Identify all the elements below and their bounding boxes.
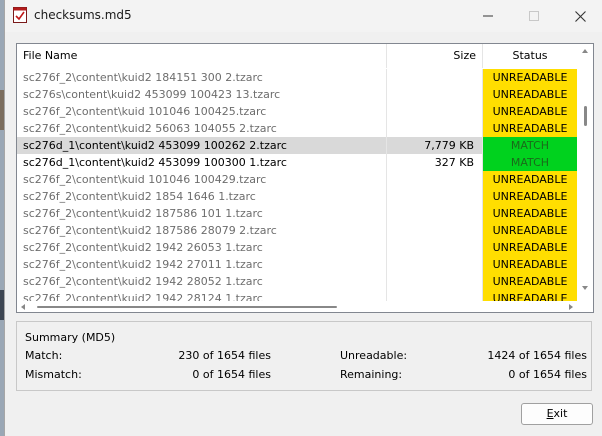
scrollbar-corner [578, 296, 593, 312]
file-size-cell [387, 120, 483, 137]
file-size-cell [387, 69, 483, 86]
file-size-cell [387, 239, 483, 256]
status-badge: MATCH [483, 154, 577, 171]
file-list[interactable]: File Name Size Status sc276f_2\content\k… [16, 43, 594, 313]
file-size-cell [387, 256, 483, 273]
minimize-button[interactable] [465, 0, 511, 32]
exit-button[interactable]: Exit [521, 403, 593, 425]
checklist-icon [13, 7, 27, 23]
table-row[interactable]: sc276f_2\content\kuid2 184151 300 2.tzar… [17, 69, 577, 86]
column-header-status[interactable]: Status [483, 44, 577, 68]
status-badge: UNREADABLE [483, 256, 577, 273]
table-row[interactable]: sc276f_2\content\kuid2 1942 28124 1.tzar… [17, 290, 577, 301]
file-name-cell: sc276d_1\content\kuid2 453099 100300 1.t… [17, 154, 387, 171]
scroll-down-icon[interactable] [582, 286, 588, 290]
status-badge: UNREADABLE [483, 239, 577, 256]
file-size-cell [387, 222, 483, 239]
match-value: 230 of 1654 files [178, 349, 271, 362]
status-badge: UNREADABLE [483, 222, 577, 239]
scroll-left-icon[interactable] [21, 304, 25, 310]
match-label: Match: [25, 349, 63, 362]
status-badge: UNREADABLE [483, 103, 577, 120]
status-badge: UNREADABLE [483, 205, 577, 222]
table-row[interactable]: sc276d_1\content\kuid2 453099 100262 2.t… [17, 137, 577, 154]
scroll-right-icon[interactable] [569, 304, 573, 310]
status-badge: UNREADABLE [483, 273, 577, 290]
close-icon [574, 10, 586, 22]
file-size-cell [387, 290, 483, 301]
file-name-cell: sc276f_2\content\kuid2 1942 27011 1.tzar… [17, 256, 387, 273]
maximize-button[interactable] [511, 0, 557, 32]
file-size-cell [387, 188, 483, 205]
unreadable-label: Unreadable: [340, 349, 408, 362]
table-row[interactable]: sc276s\content\kuid2 453099 100423 13.tz… [17, 86, 577, 103]
exit-label: xit [553, 407, 568, 420]
summary-group: Summary (MD5) Match: 230 of 1654 files M… [16, 321, 592, 391]
table-row[interactable]: sc276f_2\content\kuid2 187586 101 1.tzar… [17, 205, 577, 222]
scroll-up-icon[interactable] [582, 49, 588, 53]
status-badge: UNREADABLE [483, 171, 577, 188]
file-name-cell: sc276f_2\content\kuid2 187586 28079 2.tz… [17, 222, 387, 239]
file-name-cell: sc276f_2\content\kuid 101046 100429.tzar… [17, 171, 387, 188]
window-title: checksums.md5 [34, 8, 132, 22]
table-row[interactable]: sc276f_2\content\kuid2 1854 1646 1.tzarc… [17, 188, 577, 205]
file-name-cell: sc276f_2\content\kuid2 1854 1646 1.tzarc [17, 188, 387, 205]
file-name-cell: sc276s\content\kuid2 453099 100423 13.tz… [17, 86, 387, 103]
vertical-scrollbar[interactable] [578, 44, 593, 296]
status-badge: MATCH [483, 137, 577, 154]
column-header-size[interactable]: Size [387, 44, 483, 68]
status-badge: UNREADABLE [483, 86, 577, 103]
file-name-cell: sc276f_2\content\kuid2 1942 28052 1.tzar… [17, 273, 387, 290]
exit-mnemonic: E [546, 407, 554, 420]
remaining-value: 0 of 1654 files [508, 368, 587, 381]
file-size-cell [387, 86, 483, 103]
mismatch-value: 0 of 1654 files [192, 368, 271, 381]
status-badge: UNREADABLE [483, 290, 577, 301]
remaining-label: Remaining: [340, 368, 403, 381]
table-row[interactable]: sc276d_1\content\kuid2 453099 100300 1.t… [17, 154, 577, 171]
maximize-icon [529, 11, 539, 21]
status-badge: UNREADABLE [483, 69, 577, 86]
file-size-cell [387, 103, 483, 120]
file-name-cell: sc276f_2\content\kuid2 184151 300 2.tzar… [17, 69, 387, 86]
file-size-cell: 7,779 KB [387, 137, 483, 154]
file-name-cell: sc276f_2\content\kuid2 1942 26053 1.tzar… [17, 239, 387, 256]
file-size-cell [387, 205, 483, 222]
horizontal-scrollbar[interactable] [17, 301, 577, 312]
table-row[interactable]: sc276f_2\content\kuid 101046 100425.tzar… [17, 103, 577, 120]
minimize-icon [483, 15, 493, 17]
table-row[interactable]: sc276f_2\content\kuid2 1942 27011 1.tzar… [17, 256, 577, 273]
file-name-cell: sc276f_2\content\kuid 101046 100425.tzar… [17, 103, 387, 120]
column-header-name[interactable]: File Name [17, 44, 387, 68]
list-header: File Name Size Status [17, 44, 577, 68]
file-name-cell: sc276f_2\content\kuid2 187586 101 1.tzar… [17, 205, 387, 222]
file-name-cell: sc276f_2\content\kuid2 56063 104055 2.tz… [17, 120, 387, 137]
list-rows: sc276f_2\content\kuid2 184151 300 2.tzar… [17, 69, 577, 301]
vertical-scroll-thumb[interactable] [584, 106, 587, 126]
table-row[interactable]: sc276f_2\content\kuid 101046 100429.tzar… [17, 171, 577, 188]
mismatch-label: Mismatch: [25, 368, 82, 381]
table-row[interactable]: sc276f_2\content\kuid2 187586 28079 2.tz… [17, 222, 577, 239]
title-bar[interactable]: checksums.md5 [5, 0, 602, 32]
table-row[interactable]: sc276f_2\content\kuid2 1942 28052 1.tzar… [17, 273, 577, 290]
file-name-cell: sc276f_2\content\kuid2 1942 28124 1.tzar… [17, 290, 387, 301]
summary-title: Summary (MD5) [25, 331, 116, 344]
file-size-cell [387, 171, 483, 188]
close-button[interactable] [557, 0, 602, 32]
horizontal-scroll-thumb[interactable] [37, 306, 337, 308]
unreadable-value: 1424 of 1654 files [487, 349, 587, 362]
file-name-cell: sc276d_1\content\kuid2 453099 100262 2.t… [17, 137, 387, 154]
file-size-cell [387, 273, 483, 290]
file-size-cell: 327 KB [387, 154, 483, 171]
status-badge: UNREADABLE [483, 120, 577, 137]
table-row[interactable]: sc276f_2\content\kuid2 1942 26053 1.tzar… [17, 239, 577, 256]
checksums-window: checksums.md5 File Name Size Status sc27… [4, 0, 602, 436]
status-badge: UNREADABLE [483, 188, 577, 205]
table-row[interactable]: sc276f_2\content\kuid2 56063 104055 2.tz… [17, 120, 577, 137]
